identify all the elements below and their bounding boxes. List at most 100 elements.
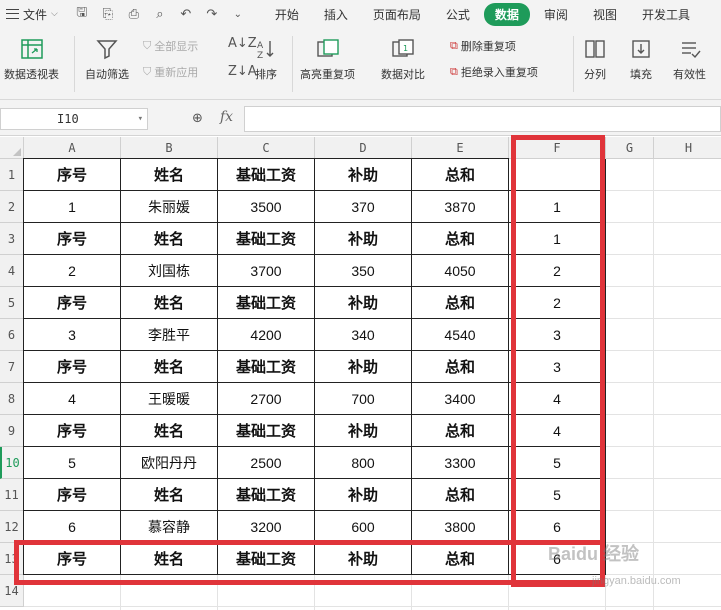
tab-6[interactable]: 视图 bbox=[582, 3, 628, 26]
cell-e9[interactable]: 总和 bbox=[412, 415, 509, 447]
cell-e2[interactable]: 3870 bbox=[412, 191, 509, 223]
cell-c7[interactable]: 基础工资 bbox=[218, 351, 315, 383]
cell-c6[interactable]: 4200 bbox=[218, 319, 315, 351]
cell-e7[interactable]: 总和 bbox=[412, 351, 509, 383]
cell-d10[interactable]: 800 bbox=[315, 447, 412, 479]
reapply-button[interactable]: ⛉ 重新应用 bbox=[143, 64, 198, 80]
tab-2[interactable]: 页面布局 bbox=[362, 3, 432, 26]
cell-b9[interactable]: 姓名 bbox=[121, 415, 218, 447]
cell-b8[interactable]: 王暖暖 bbox=[121, 383, 218, 415]
row-header-9[interactable]: 9 bbox=[0, 415, 24, 447]
redo-icon[interactable]: ↷ bbox=[204, 7, 220, 22]
cell-c5[interactable]: 基础工资 bbox=[218, 287, 315, 319]
fx-icon[interactable]: fx bbox=[220, 109, 233, 125]
highlight-duplicates-button[interactable]: 高亮重复项 bbox=[300, 36, 355, 82]
cell-a9[interactable]: 序号 bbox=[24, 415, 121, 447]
zoom-search-icon[interactable]: ⊕ bbox=[192, 111, 203, 126]
cell-b12[interactable]: 慕容静 bbox=[121, 511, 218, 543]
cell-a4[interactable]: 2 bbox=[24, 255, 121, 287]
column-header-a[interactable]: A bbox=[24, 137, 121, 159]
cell-c10[interactable]: 2500 bbox=[218, 447, 315, 479]
row-header-8[interactable]: 8 bbox=[0, 383, 24, 415]
cell-a6[interactable]: 3 bbox=[24, 319, 121, 351]
cell-d5[interactable]: 补助 bbox=[315, 287, 412, 319]
cell-c11[interactable]: 基础工资 bbox=[218, 479, 315, 511]
cell-c12[interactable]: 3200 bbox=[218, 511, 315, 543]
cell-e1[interactable]: 总和 bbox=[412, 159, 509, 191]
cell-b2[interactable]: 朱丽媛 bbox=[121, 191, 218, 223]
fill-button[interactable]: 填充 bbox=[628, 36, 654, 82]
row-header-2[interactable]: 2 bbox=[0, 191, 24, 223]
cell-e3[interactable]: 总和 bbox=[412, 223, 509, 255]
column-header-b[interactable]: B bbox=[121, 137, 218, 159]
row-header-11[interactable]: 11 bbox=[0, 479, 24, 511]
column-header-h[interactable]: H bbox=[654, 137, 721, 159]
undo-icon[interactable]: ↶ bbox=[178, 7, 194, 22]
cell-a7[interactable]: 序号 bbox=[24, 351, 121, 383]
cell-c4[interactable]: 3700 bbox=[218, 255, 315, 287]
cell-d11[interactable]: 补助 bbox=[315, 479, 412, 511]
cell-e6[interactable]: 4540 bbox=[412, 319, 509, 351]
column-header-g[interactable]: G bbox=[606, 137, 654, 159]
cell-c8[interactable]: 2700 bbox=[218, 383, 315, 415]
cell-b4[interactable]: 刘国栋 bbox=[121, 255, 218, 287]
select-all-corner[interactable] bbox=[0, 137, 24, 159]
validity-button[interactable]: 有效性 bbox=[673, 36, 706, 82]
cell-e8[interactable]: 3400 bbox=[412, 383, 509, 415]
row-header-4[interactable]: 4 bbox=[0, 255, 24, 287]
cell-d9[interactable]: 补助 bbox=[315, 415, 412, 447]
cell-b7[interactable]: 姓名 bbox=[121, 351, 218, 383]
column-header-e[interactable]: E bbox=[412, 137, 509, 159]
cell-d7[interactable]: 补助 bbox=[315, 351, 412, 383]
cell-d1[interactable]: 补助 bbox=[315, 159, 412, 191]
cell-d6[interactable]: 340 bbox=[315, 319, 412, 351]
row-header-3[interactable]: 3 bbox=[0, 223, 24, 255]
row-header-5[interactable]: 5 bbox=[0, 287, 24, 319]
pivot-table-button[interactable]: 数据透视表 bbox=[4, 36, 59, 82]
cell-a3[interactable]: 序号 bbox=[24, 223, 121, 255]
show-all-button[interactable]: ⛉ 全部显示 bbox=[143, 38, 198, 54]
cell-e4[interactable]: 4050 bbox=[412, 255, 509, 287]
cell-a8[interactable]: 4 bbox=[24, 383, 121, 415]
file-menu[interactable]: 文件 ⌵ bbox=[0, 3, 64, 25]
cell-d8[interactable]: 700 bbox=[315, 383, 412, 415]
split-columns-button[interactable]: 分列 bbox=[582, 36, 608, 82]
cell-b1[interactable]: 姓名 bbox=[121, 159, 218, 191]
cell-b10[interactable]: 欧阳丹丹 bbox=[121, 447, 218, 479]
tab-1[interactable]: 插入 bbox=[313, 3, 359, 26]
cell-e5[interactable]: 总和 bbox=[412, 287, 509, 319]
tab-3[interactable]: 公式 bbox=[435, 3, 481, 26]
cell-a12[interactable]: 6 bbox=[24, 511, 121, 543]
tab-4[interactable]: 数据 bbox=[483, 2, 530, 26]
customize-chevron-icon[interactable]: ⌄ bbox=[230, 9, 246, 20]
cell-d2[interactable]: 370 bbox=[315, 191, 412, 223]
cell-d12[interactable]: 600 bbox=[315, 511, 412, 543]
remove-duplicates-button[interactable]: ⧉ 删除重复项 bbox=[450, 38, 516, 54]
formula-input[interactable] bbox=[244, 106, 721, 132]
print-icon[interactable]: ⎙ bbox=[126, 7, 142, 22]
cell-e11[interactable]: 总和 bbox=[412, 479, 509, 511]
tab-0[interactable]: 开始 bbox=[264, 3, 310, 26]
cell-c1[interactable]: 基础工资 bbox=[218, 159, 315, 191]
cell-d4[interactable]: 350 bbox=[315, 255, 412, 287]
column-header-d[interactable]: D bbox=[315, 137, 412, 159]
sort-button[interactable]: AZ 排序 bbox=[253, 36, 279, 82]
cell-b5[interactable]: 姓名 bbox=[121, 287, 218, 319]
cell-b3[interactable]: 姓名 bbox=[121, 223, 218, 255]
cell-e10[interactable]: 3300 bbox=[412, 447, 509, 479]
reject-duplicates-button[interactable]: ⧉ 拒绝录入重复项 bbox=[450, 64, 538, 80]
cell-a10[interactable]: 5 bbox=[24, 447, 121, 479]
column-header-c[interactable]: C bbox=[218, 137, 315, 159]
row-header-1[interactable]: 1 bbox=[0, 159, 24, 191]
save-icon[interactable]: 🖫 bbox=[74, 3, 90, 25]
name-box[interactable]: I10 ▾ bbox=[0, 108, 148, 130]
row-header-10[interactable]: 10 bbox=[0, 447, 24, 479]
cell-d3[interactable]: 补助 bbox=[315, 223, 412, 255]
row-header-12[interactable]: 12 bbox=[0, 511, 24, 543]
cell-c9[interactable]: 基础工资 bbox=[218, 415, 315, 447]
row-header-7[interactable]: 7 bbox=[0, 351, 24, 383]
cell-c2[interactable]: 3500 bbox=[218, 191, 315, 223]
tab-7[interactable]: 开发工具 bbox=[631, 3, 701, 26]
cell-a2[interactable]: 1 bbox=[24, 191, 121, 223]
cell-b11[interactable]: 姓名 bbox=[121, 479, 218, 511]
